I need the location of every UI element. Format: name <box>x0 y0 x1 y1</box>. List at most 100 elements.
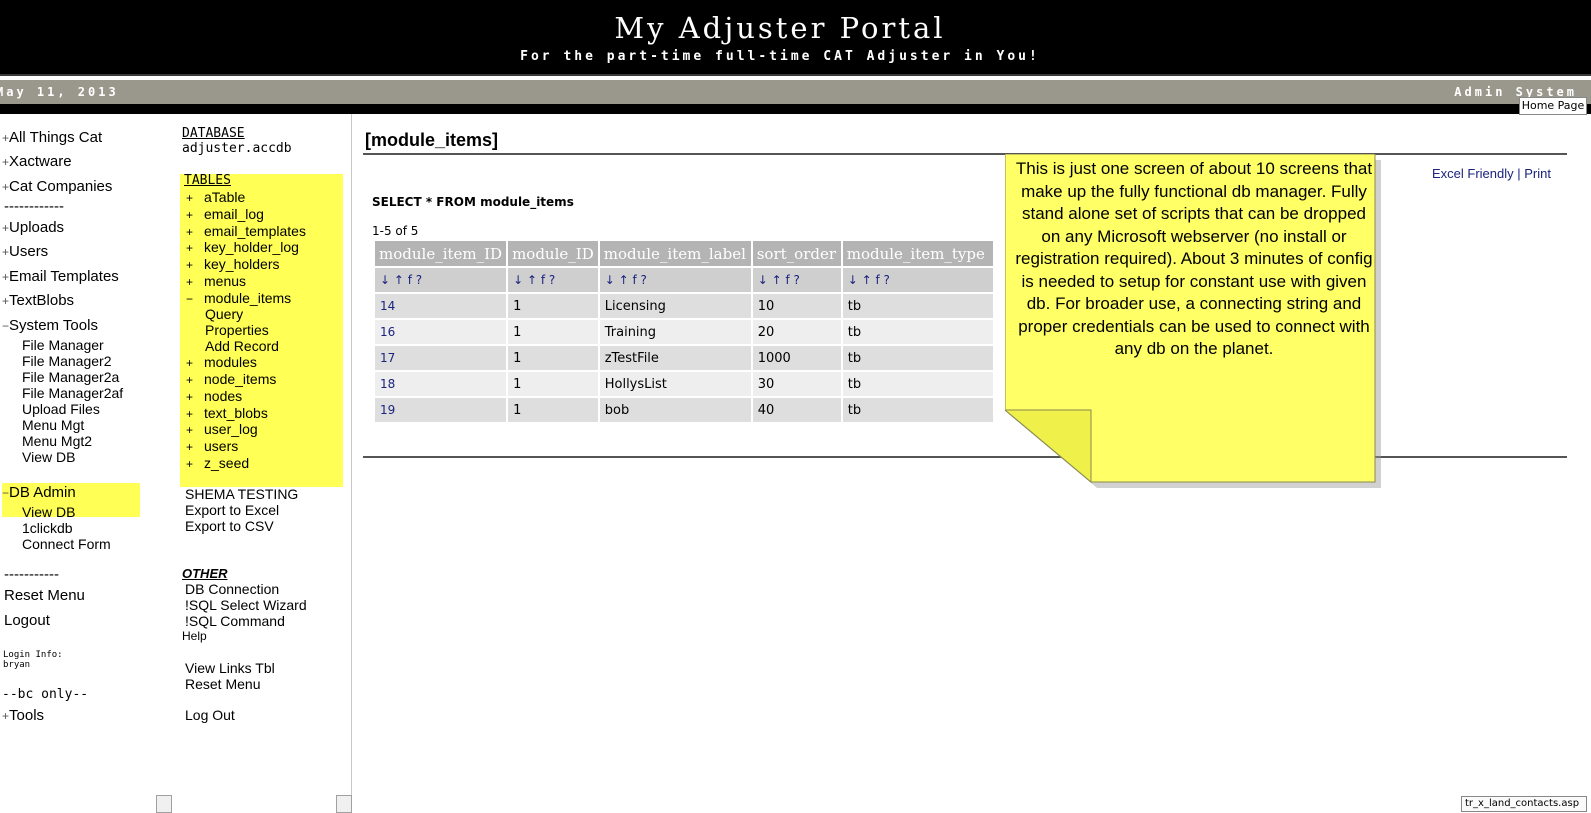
table-nodes[interactable]: + nodes <box>186 388 242 404</box>
nav-cat-companies[interactable]: +Cat Companies <box>2 178 112 195</box>
home-page-button[interactable]: Home Page <box>1519 97 1587 115</box>
dbnav-scroll-handle[interactable] <box>336 795 352 813</box>
nav-menu-mgt2[interactable]: Menu Mgt2 <box>22 433 92 449</box>
nav-db-admin-view-db[interactable]: View DB <box>22 504 75 520</box>
nav-reset-menu[interactable]: Reset Menu <box>4 587 85 604</box>
bottom-rule <box>363 456 1567 458</box>
table-name: text_blobs <box>204 405 268 421</box>
login-info-label: Login Info: <box>3 650 63 660</box>
module-items-query[interactable]: Query <box>205 306 243 322</box>
nav-label: Users <box>9 243 49 260</box>
expand-icon: + <box>186 356 194 370</box>
expand-icon: + <box>186 275 194 289</box>
nav-system-tools[interactable]: −System Tools <box>2 317 98 334</box>
row-id-link[interactable]: 14 <box>375 294 507 318</box>
export-excel-link[interactable]: Export to Excel <box>185 502 279 518</box>
nav-file-manager[interactable]: File Manager <box>22 337 104 353</box>
table-z-seed[interactable]: + z_seed <box>186 455 249 471</box>
cell: 1 <box>508 320 598 344</box>
nav-1clickdb[interactable]: 1clickdb <box>22 520 73 536</box>
table-row: 14 1 Licensing 10 tb <box>375 294 993 318</box>
table-name: module_items <box>204 290 292 306</box>
nav-upload-files[interactable]: Upload Files <box>22 401 100 417</box>
record-count: 1-5 of 5 <box>372 224 419 238</box>
table-menus[interactable]: + menus <box>186 273 246 289</box>
nav-scroll-handle[interactable] <box>156 795 172 813</box>
excel-friendly-link[interactable]: Excel Friendly <box>1432 166 1514 181</box>
table-email-log[interactable]: + email_log <box>186 206 264 222</box>
nav-xactware[interactable]: +Xactware <box>2 153 72 170</box>
help-link[interactable]: Help <box>182 629 207 643</box>
table-modules[interactable]: + modules <box>186 354 257 370</box>
table-name: aTable <box>204 189 246 205</box>
nav-label: Cat Companies <box>9 178 113 195</box>
table-email-templates[interactable]: + email_templates <box>186 223 306 239</box>
module-items-add-record[interactable]: Add Record <box>205 338 279 354</box>
nav-email-templates[interactable]: +Email Templates <box>2 268 119 285</box>
table-text-blobs[interactable]: + text_blobs <box>186 405 268 421</box>
site-title: My Adjuster Portal <box>614 11 946 45</box>
expand-icon: + <box>186 373 194 387</box>
other-label: OTHER <box>182 566 228 581</box>
nav-file-manager2af[interactable]: File Manager2af <box>22 385 123 401</box>
expand-icon: + <box>186 191 194 205</box>
nav-uploads[interactable]: +Uploads <box>2 219 64 236</box>
nav-textblobs[interactable]: +TextBlobs <box>2 292 74 309</box>
nav-tools[interactable]: +Tools <box>2 707 44 724</box>
sort-controls[interactable]: ↓ ↑ f ? <box>599 268 751 292</box>
cell: 1 <box>508 346 598 370</box>
sticky-note-text: This is just one screen of about 10 scre… <box>1015 159 1373 358</box>
sql-command-link[interactable]: !SQL Command <box>185 613 285 629</box>
expand-icon: + <box>2 270 10 284</box>
expand-icon: + <box>2 709 10 723</box>
tables-label[interactable]: TABLES <box>184 173 231 188</box>
sort-controls[interactable]: ↓ ↑ f ? <box>508 268 598 292</box>
expand-icon: + <box>2 131 10 145</box>
database-label[interactable]: DATABASE <box>182 126 245 141</box>
module-items-properties[interactable]: Properties <box>205 322 269 338</box>
cell: 1 <box>508 398 598 422</box>
sql-query: SELECT * FROM module_items <box>372 195 574 209</box>
col-module-id: module_ID <box>508 241 598 266</box>
nav-menu-mgt[interactable]: Menu Mgt <box>22 417 84 433</box>
nav-db-admin[interactable]: −DB Admin <box>2 484 76 501</box>
table-row: 19 1 bob 40 tb <box>375 398 993 422</box>
nav-view-db[interactable]: View DB <box>22 449 75 465</box>
nav-connect-form[interactable]: Connect Form <box>22 536 111 552</box>
table-module-items[interactable]: − module_items <box>186 290 291 306</box>
nav-all-things-cat[interactable]: +All Things Cat <box>2 129 102 146</box>
expand-icon: + <box>186 457 194 471</box>
table-atable[interactable]: + aTable <box>186 189 245 205</box>
table-name: menus <box>204 273 247 289</box>
sort-controls[interactable]: ↓ ↑ f ? <box>842 268 993 292</box>
nav-file-manager2a[interactable]: File Manager2a <box>22 369 119 385</box>
table-name: modules <box>204 354 257 370</box>
table-user-log[interactable]: + user_log <box>186 421 258 437</box>
nav-users[interactable]: +Users <box>2 243 48 260</box>
row-id-link[interactable]: 16 <box>375 320 507 344</box>
row-id-link[interactable]: 17 <box>375 346 507 370</box>
print-link[interactable]: Print <box>1524 166 1551 181</box>
collapse-icon: − <box>186 292 194 306</box>
table-name: users <box>204 438 239 454</box>
export-csv-link[interactable]: Export to CSV <box>185 518 274 534</box>
sort-controls[interactable]: ↓ ↑ f ? <box>752 268 841 292</box>
row-id-link[interactable]: 18 <box>375 372 507 396</box>
schema-testing-link[interactable]: SHEMA TESTING <box>185 486 298 502</box>
cell: tb <box>842 372 993 396</box>
log-out-link[interactable]: Log Out <box>185 707 235 723</box>
table-key-holders[interactable]: + key_holders <box>186 256 280 272</box>
row-id-link[interactable]: 19 <box>375 398 507 422</box>
reset-menu-link[interactable]: Reset Menu <box>185 676 260 692</box>
table-node-items[interactable]: + node_items <box>186 371 276 387</box>
sql-select-wizard-link[interactable]: !SQL Select Wizard <box>185 597 307 613</box>
table-users[interactable]: + users <box>186 438 238 454</box>
table-key-holder-log[interactable]: + key_holder_log <box>186 239 299 255</box>
nav-logout[interactable]: Logout <box>4 612 50 629</box>
cell: tb <box>842 398 993 422</box>
view-links-tbl-link[interactable]: View Links Tbl <box>185 660 275 676</box>
db-connection-link[interactable]: DB Connection <box>185 581 279 597</box>
table-name: user_log <box>204 421 258 437</box>
sort-controls[interactable]: ↓ ↑ f ? <box>375 268 507 292</box>
nav-file-manager2[interactable]: File Manager2 <box>22 353 112 369</box>
